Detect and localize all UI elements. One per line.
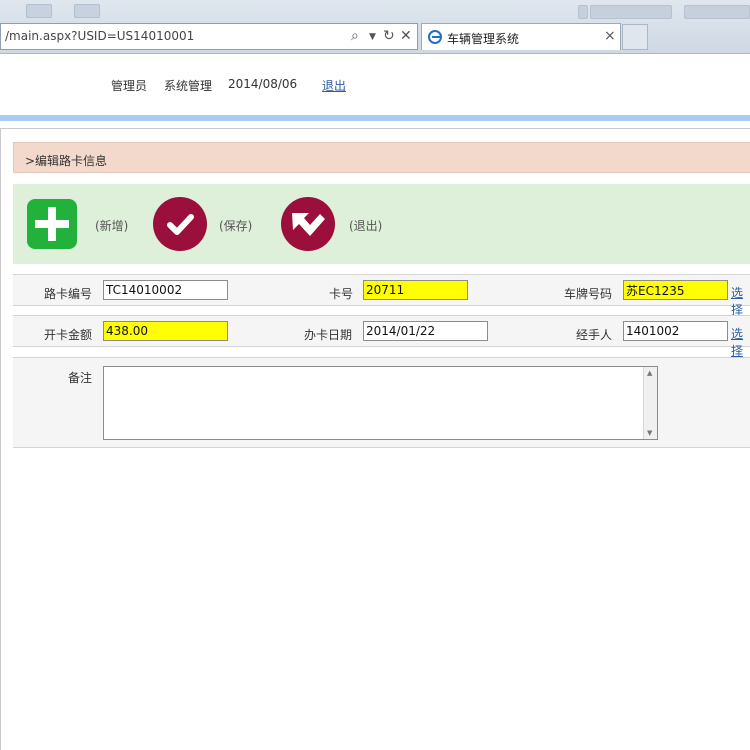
main-content: >编辑路卡信息 (新增) (保存) (退出) 路卡编号 卡号 车牌	[0, 128, 750, 750]
form-row-2: 开卡金额 办卡日期 经手人 选择	[13, 315, 750, 358]
search-icon[interactable]: ⌕	[351, 28, 359, 44]
card-input[interactable]	[363, 280, 468, 300]
address-bar[interactable]: /main.aspx?USID=US14010001 ⌕ ▼ ↻ ✕	[0, 23, 418, 50]
browser-logo-icon	[428, 30, 442, 44]
add-label: (新增)	[95, 219, 129, 233]
exit-button[interactable]	[281, 197, 335, 251]
window-control[interactable]	[590, 5, 672, 19]
plate-select-link[interactable]: 选择	[731, 284, 750, 318]
handler-select-link[interactable]: 选择	[731, 325, 750, 359]
scroll-down-icon[interactable]: ▼	[647, 429, 652, 437]
tab-close-icon[interactable]: ×	[604, 28, 616, 44]
handler-input[interactable]	[623, 321, 728, 341]
amount-input[interactable]	[103, 321, 228, 341]
remark-row: 备注 ▲ ▼	[13, 357, 750, 448]
issue-date-input[interactable]	[363, 321, 488, 341]
browser-tab[interactable]: 车辆管理系统 ×	[421, 23, 621, 50]
save-button[interactable]	[153, 197, 207, 251]
plate-label: 车牌号码	[564, 287, 613, 301]
refresh-icon[interactable]: ↻	[383, 28, 395, 44]
close-icon[interactable]: ✕	[400, 28, 412, 44]
remark-scrollbar[interactable]: ▲ ▼	[643, 367, 657, 439]
amount-label: 开卡金额	[44, 328, 93, 342]
browser-chrome: /main.aspx?USID=US14010001 ⌕ ▼ ↻ ✕ 车辆管理系…	[0, 0, 750, 54]
logout-link[interactable]: 退出	[322, 77, 346, 94]
address-url[interactable]: /main.aspx?USID=US14010001	[5, 29, 194, 43]
header-divider	[0, 115, 750, 121]
issue-date-label: 办卡日期	[304, 328, 353, 342]
check-icon	[167, 214, 194, 235]
return-arrow-icon	[292, 213, 325, 236]
user-role: 管理员	[111, 79, 148, 93]
card-no-label: 路卡编号	[44, 287, 93, 301]
plate-input[interactable]	[623, 280, 728, 300]
window-control[interactable]	[684, 5, 750, 19]
app-header: 管理员 系统管理 2014/08/06 退出	[0, 55, 750, 117]
exit-label: (退出)	[349, 219, 383, 233]
window-control[interactable]	[578, 5, 588, 19]
tab-title: 车辆管理系统	[447, 32, 520, 46]
toolbar-button[interactable]	[74, 4, 100, 18]
save-label: (保存)	[219, 219, 253, 233]
current-date: 2014/08/06	[228, 77, 298, 91]
app-window: /main.aspx?USID=US14010001 ⌕ ▼ ↻ ✕ 车辆管理系…	[0, 0, 750, 750]
system-name: 系统管理	[164, 79, 213, 93]
card-no-input[interactable]	[103, 280, 228, 300]
browser-topbar	[0, 0, 750, 22]
add-button[interactable]	[27, 199, 77, 249]
remark-textarea[interactable]: ▲ ▼	[103, 366, 658, 440]
card-label: 卡号	[329, 287, 354, 301]
toolbar-button[interactable]	[26, 4, 52, 18]
page-title: >编辑路卡信息	[25, 154, 108, 168]
form-row-1: 路卡编号 卡号 车牌号码 选择	[13, 274, 750, 317]
chevron-down-icon[interactable]: ▼	[369, 32, 376, 42]
scroll-up-icon[interactable]: ▲	[647, 369, 652, 377]
remark-label: 备注	[68, 371, 93, 385]
section-header: >编辑路卡信息	[13, 142, 750, 173]
handler-label: 经手人	[576, 328, 613, 342]
action-toolbar: (新增) (保存) (退出)	[13, 184, 750, 264]
new-tab-button[interactable]	[622, 24, 648, 50]
